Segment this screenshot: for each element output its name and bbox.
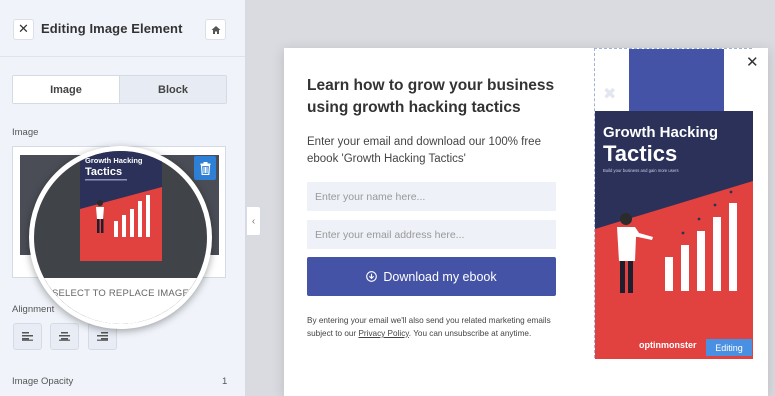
disclaimer-text-end: . You can unsubscribe at anytime. (408, 329, 532, 338)
popup-disclaimer: By entering your email we'll also send y… (307, 314, 569, 340)
ebook-cover: ✖ ✚ Growth Hacking Tactics Build your bu… (595, 49, 753, 359)
collapse-sidebar-button[interactable]: ‹ (247, 206, 261, 236)
download-button-label: Download my ebook (383, 269, 497, 284)
svg-text:Tactics: Tactics (85, 166, 122, 178)
svg-text:optinmonster: optinmonster (639, 340, 697, 350)
trash-icon[interactable] (194, 156, 216, 180)
svg-text:Growth Hacking: Growth Hacking (85, 156, 143, 165)
privacy-policy-link[interactable]: Privacy Policy (358, 329, 408, 338)
close-icon[interactable]: ✕ (746, 53, 759, 71)
svg-text:✖: ✖ (603, 84, 616, 103)
sidebar-header: ✕ Editing Image Element (0, 0, 245, 57)
ebook-cover-thumbnail: Growth Hacking Tactics (80, 151, 162, 261)
tab-image[interactable]: Image (13, 76, 119, 103)
sidebar-title: Editing Image Element (41, 21, 183, 36)
tab-block[interactable]: Block (119, 76, 226, 103)
ebook-image-element[interactable]: ✖ ✚ Growth Hacking Tactics Build your bu… (594, 48, 753, 359)
popup-text[interactable]: Enter your email and download our 100% f… (307, 134, 569, 168)
download-button[interactable]: Download my ebook (307, 257, 556, 296)
image-label: Image (12, 127, 39, 138)
replace-image-caption[interactable]: SELECT TO REPLACE IMAGE (34, 278, 207, 324)
download-icon (366, 271, 378, 282)
align-left-button[interactable] (13, 323, 42, 350)
svg-text:Growth Hacking: Growth Hacking (603, 124, 718, 141)
email-field[interactable]: Enter your email address here... (307, 220, 556, 249)
popup-heading[interactable]: Learn how to grow your business using gr… (307, 75, 567, 119)
close-icon[interactable]: ✕ (13, 19, 34, 40)
opacity-label: Image Opacity (12, 376, 74, 387)
magnifier-overlay[interactable]: Growth Hacking Tactics SELECT TO REPLACE… (29, 146, 212, 329)
editing-badge: Editing (706, 339, 752, 356)
element-tabs: Image Block (12, 75, 227, 104)
home-icon[interactable] (205, 19, 226, 40)
opacity-value: 1 (222, 376, 228, 387)
svg-text:Build your business and gain m: Build your business and gain more users (603, 168, 679, 173)
svg-text:Tactics: Tactics (603, 141, 677, 166)
align-center-button[interactable] (50, 323, 79, 350)
name-field[interactable]: Enter your name here... (307, 182, 556, 211)
